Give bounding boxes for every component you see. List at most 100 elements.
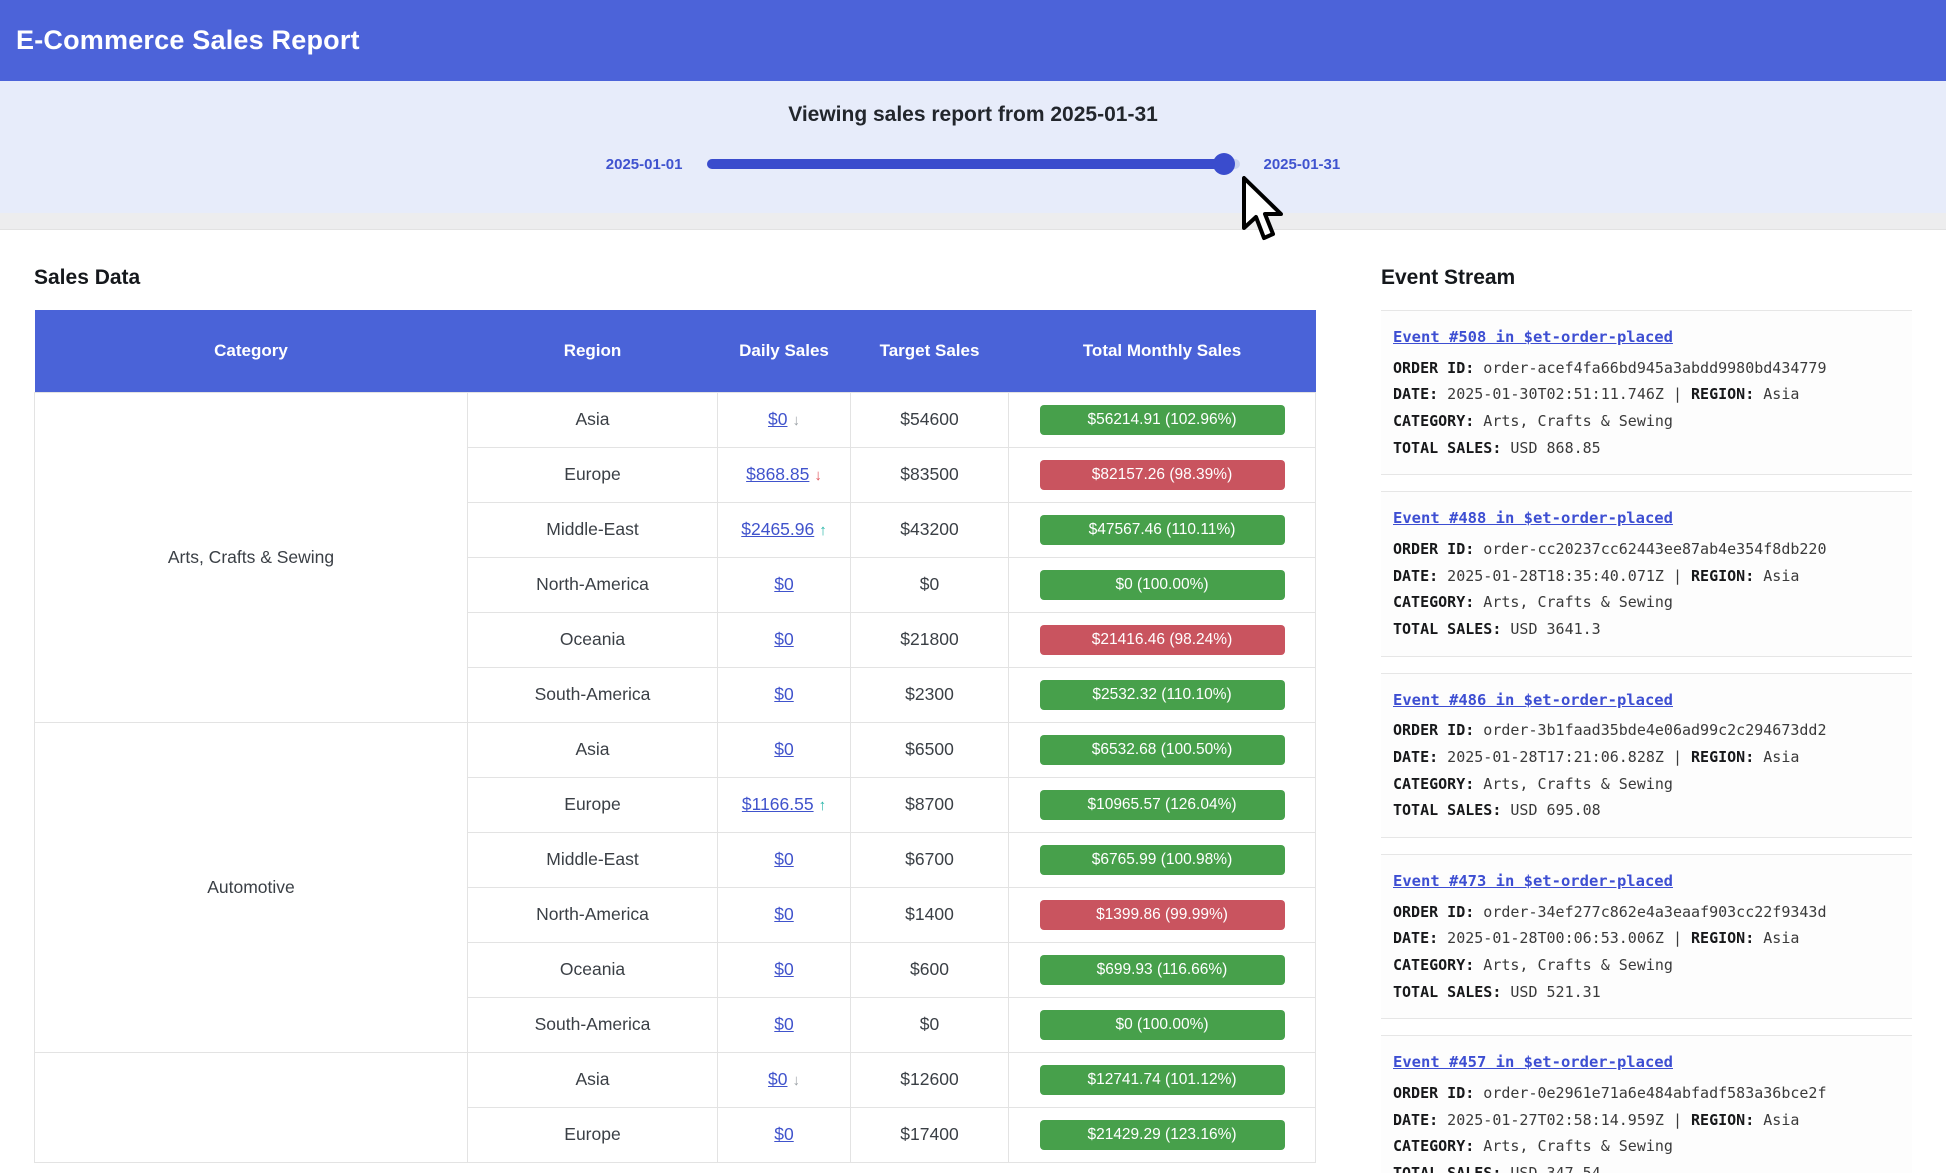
col-header-category: Category — [35, 310, 468, 392]
col-header-total-monthly-sales: Total Monthly Sales — [1009, 310, 1316, 392]
event-detail-line: TOTAL SALES: USD 868.85 — [1393, 435, 1900, 462]
event-detail-line: CATEGORY: Arts, Crafts & Sewing — [1393, 589, 1900, 616]
table-header-row: Category Region Daily Sales Target Sales… — [35, 310, 1316, 392]
target-sales-cell: $2300 — [851, 667, 1009, 722]
region-cell: Europe — [468, 447, 718, 502]
monthly-sales-cell: $10965.57 (126.04%) — [1009, 777, 1316, 832]
daily-sales-link[interactable]: $0 — [774, 574, 793, 594]
daily-sales-link[interactable]: $1166.55 — [742, 794, 814, 814]
event-detail-line: DATE: 2025-01-28T17:21:06.828Z | REGION:… — [1393, 744, 1900, 771]
event-link[interactable]: Event #457 in $et-order-placed — [1393, 1049, 1673, 1077]
daily-sales-link[interactable]: $0 — [768, 1069, 787, 1089]
monthly-sales-cell: $6765.99 (100.98%) — [1009, 832, 1316, 887]
region-cell: North-America — [468, 887, 718, 942]
event-link[interactable]: Event #488 in $et-order-placed — [1393, 505, 1673, 533]
daily-sales-cell: $0 — [718, 1107, 851, 1162]
target-sales-cell: $17400 — [851, 1107, 1009, 1162]
target-sales-cell: $12600 — [851, 1052, 1009, 1107]
event-detail-line: DATE: 2025-01-28T18:35:40.071Z | REGION:… — [1393, 563, 1900, 590]
slider-fill — [707, 159, 1224, 169]
page-title: E-Commerce Sales Report — [16, 25, 360, 56]
slider-title: Viewing sales report from 2025-01-31 — [0, 103, 1946, 127]
target-sales-cell: $6500 — [851, 722, 1009, 777]
region-cell: Europe — [468, 777, 718, 832]
region-cell: Asia — [468, 722, 718, 777]
daily-sales-link[interactable]: $0 — [774, 684, 793, 704]
region-cell: Oceania — [468, 612, 718, 667]
event-detail-line: DATE: 2025-01-30T02:51:11.746Z | REGION:… — [1393, 381, 1900, 408]
monthly-sales-badge: $12741.74 (101.12%) — [1040, 1065, 1285, 1095]
monthly-sales-badge: $10965.57 (126.04%) — [1040, 790, 1285, 820]
daily-sales-cell: $0↓ — [718, 392, 851, 447]
category-cell: Automotive — [35, 722, 468, 1052]
daily-sales-cell: $0↓ — [718, 1052, 851, 1107]
target-sales-cell: $21800 — [851, 612, 1009, 667]
event-card: Event #473 in $et-order-placed ORDER ID: … — [1381, 854, 1912, 1019]
region-cell: South-America — [468, 667, 718, 722]
event-detail-line: ORDER ID: order-34ef277c862e4a3eaaf903cc… — [1393, 899, 1900, 926]
event-detail-line: DATE: 2025-01-27T02:58:14.959Z | REGION:… — [1393, 1107, 1900, 1134]
target-sales-cell: $8700 — [851, 777, 1009, 832]
daily-sales-link[interactable]: $0 — [774, 1124, 793, 1144]
monthly-sales-badge: $0 (100.00%) — [1040, 570, 1285, 600]
slider-start-label: 2025-01-01 — [606, 156, 683, 173]
daily-sales-cell: $0 — [718, 667, 851, 722]
region-cell: South-America — [468, 997, 718, 1052]
event-detail-line: CATEGORY: Arts, Crafts & Sewing — [1393, 1133, 1900, 1160]
monthly-sales-cell: $0 (100.00%) — [1009, 997, 1316, 1052]
event-detail-line: ORDER ID: order-cc20237cc62443ee87ab4e35… — [1393, 536, 1900, 563]
daily-sales-cell: $0 — [718, 997, 851, 1052]
monthly-sales-cell: $12741.74 (101.12%) — [1009, 1052, 1316, 1107]
daily-sales-cell: $2465.96↑ — [718, 502, 851, 557]
monthly-sales-badge: $21416.46 (98.24%) — [1040, 625, 1285, 655]
event-detail-line: TOTAL SALES: USD 347.54 — [1393, 1160, 1900, 1173]
daily-sales-link[interactable]: $0 — [774, 1014, 793, 1034]
monthly-sales-cell: $82157.26 (98.39%) — [1009, 447, 1316, 502]
event-detail-line: ORDER ID: order-3b1faad35bde4e06ad99c2c2… — [1393, 717, 1900, 744]
event-detail-line: TOTAL SALES: USD 521.31 — [1393, 979, 1900, 1006]
monthly-sales-badge: $56214.91 (102.96%) — [1040, 405, 1285, 435]
daily-sales-cell: $0 — [718, 612, 851, 667]
event-link[interactable]: Event #486 in $et-order-placed — [1393, 687, 1673, 715]
daily-sales-link[interactable]: $0 — [774, 959, 793, 979]
monthly-sales-cell: $47567.46 (110.11%) — [1009, 502, 1316, 557]
event-card: Event #486 in $et-order-placedORDER ID: … — [1381, 673, 1912, 838]
slider-thumb[interactable] — [1213, 153, 1235, 175]
monthly-sales-badge: $47567.46 (110.11%) — [1040, 515, 1285, 545]
daily-sales-link[interactable]: $868.85 — [746, 464, 809, 484]
app-header: E-Commerce Sales Report — [0, 0, 1946, 81]
target-sales-cell: $6700 — [851, 832, 1009, 887]
col-header-target-sales: Target Sales — [851, 310, 1009, 392]
event-detail-line: CATEGORY: Arts, Crafts & Sewing — [1393, 952, 1900, 979]
daily-sales-link[interactable]: $0 — [774, 849, 793, 869]
daily-sales-cell: $0 — [718, 942, 851, 997]
category-cell: Arts, Crafts & Sewing — [35, 392, 468, 722]
monthly-sales-cell: $2532.32 (110.10%) — [1009, 667, 1316, 722]
daily-sales-link[interactable]: $0 — [774, 904, 793, 924]
event-link[interactable]: Event #473 in $et-order-placed — [1393, 868, 1673, 896]
region-cell: Asia — [468, 1052, 718, 1107]
daily-sales-link[interactable]: $2465.96 — [741, 519, 814, 539]
monthly-sales-badge: $6532.68 (100.50%) — [1040, 735, 1285, 765]
date-slider-section: Viewing sales report from 2025-01-31 202… — [0, 81, 1946, 213]
daily-sales-link[interactable]: $0 — [774, 629, 793, 649]
event-card: Event #508 in $et-order-placedORDER ID: … — [1381, 310, 1912, 475]
monthly-sales-cell: $6532.68 (100.50%) — [1009, 722, 1316, 777]
target-sales-cell: $54600 — [851, 392, 1009, 447]
daily-sales-cell: $0 — [718, 557, 851, 612]
monthly-sales-cell: $21429.29 (123.16%) — [1009, 1107, 1316, 1162]
daily-sales-link[interactable]: $0 — [768, 409, 787, 429]
monthly-sales-badge: $699.93 (116.66%) — [1040, 955, 1285, 985]
event-link[interactable]: Event #508 in $et-order-placed — [1393, 324, 1673, 352]
region-cell: Oceania — [468, 942, 718, 997]
region-cell: Europe — [468, 1107, 718, 1162]
region-cell: North-America — [468, 557, 718, 612]
daily-sales-link[interactable]: $0 — [774, 739, 793, 759]
sales-data-heading: Sales Data — [34, 266, 1315, 290]
daily-sales-cell: $0 — [718, 887, 851, 942]
event-detail-line: CATEGORY: Arts, Crafts & Sewing — [1393, 408, 1900, 435]
date-slider[interactable] — [707, 153, 1240, 175]
target-sales-cell: $600 — [851, 942, 1009, 997]
monthly-sales-badge: $2532.32 (110.10%) — [1040, 680, 1285, 710]
table-row: Asia$0↓$12600 $12741.74 (101.12%) — [35, 1052, 1316, 1107]
